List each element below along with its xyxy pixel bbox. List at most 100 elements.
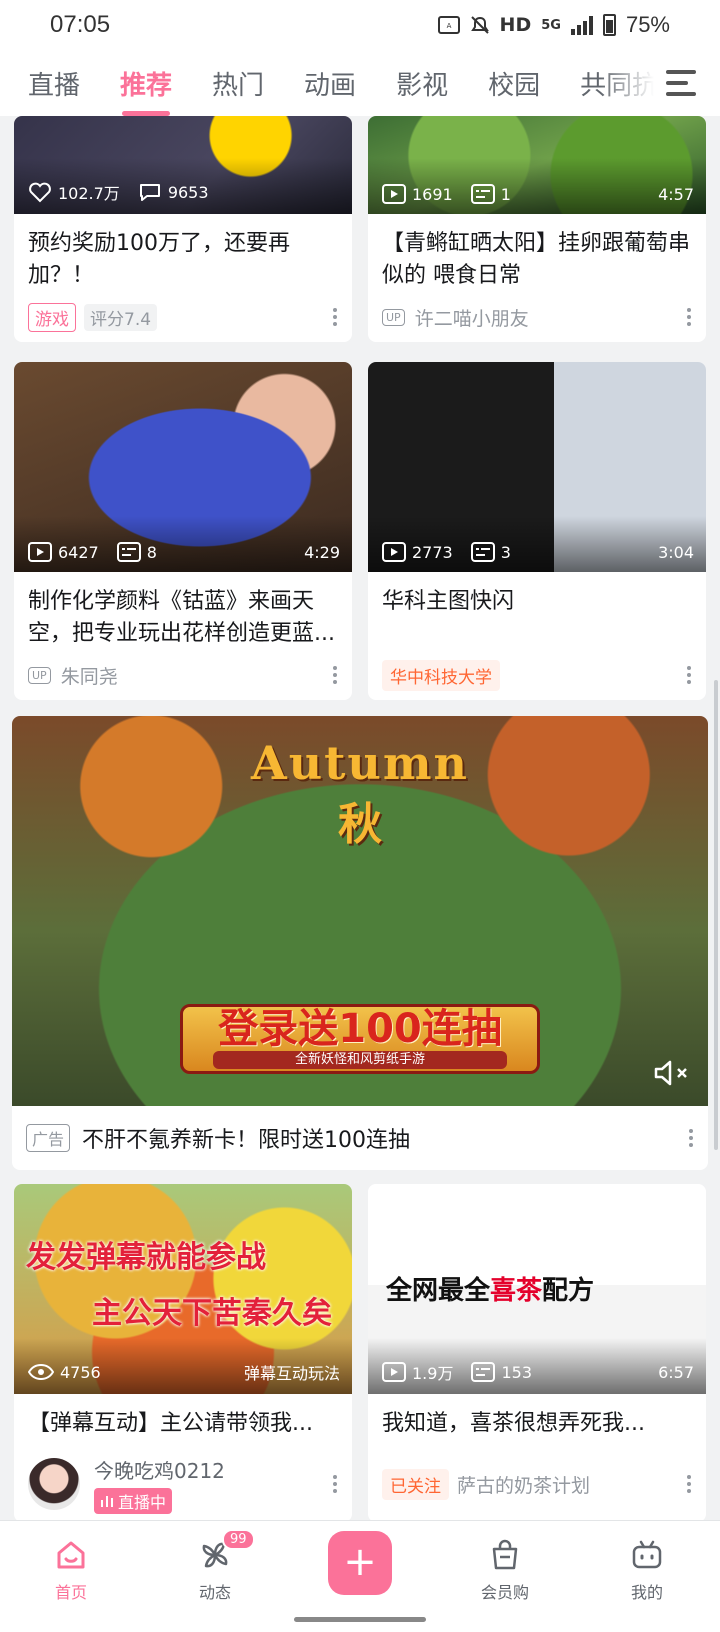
ad-title-en: Autumn [251, 736, 469, 790]
up-badge: UP [28, 666, 51, 684]
video-duration: 4:57 [658, 184, 694, 204]
more-options-icon[interactable] [332, 308, 338, 326]
ad-card[interactable]: Autumn 秋 登录送100连抽 全新妖怪和风剪纸手游 广告 不肝不氪养新卡！… [12, 716, 708, 1170]
tab-film[interactable]: 影视 [396, 65, 448, 102]
thumbnail-caption: 全网最全喜茶配方 [386, 1276, 595, 1306]
tab-recommend[interactable]: 推荐 [120, 65, 172, 116]
video-meta: UP 许二喵小朋友 [368, 292, 706, 342]
more-options-icon[interactable] [686, 1475, 692, 1493]
video-stats: 102.7万 9653 [28, 180, 340, 204]
tab-hot[interactable]: 热门 [212, 65, 264, 102]
comment-count: 9653 [167, 182, 209, 202]
video-card-piano[interactable]: 2773 3 3:04 华科主图快闪 华中科技大学 [368, 362, 706, 700]
auto-brightness-icon: A [437, 16, 460, 34]
more-options-icon[interactable] [686, 666, 692, 684]
play-count-icon [382, 184, 406, 204]
org-tag[interactable]: 华中科技大学 [382, 659, 500, 691]
play-count-icon [382, 1362, 406, 1382]
nav-vip-shop[interactable]: 会员购 [460, 1535, 550, 1603]
danmaku-icon [470, 184, 495, 204]
video-title[interactable]: 预约奖励100万了，还要再加？！ [14, 214, 352, 292]
video-card-game[interactable]: 102.7万 9653 预约奖励100万了，还要再加？！ 游戏 评分7.4 [14, 116, 352, 342]
view-count: 1.9万 [412, 1364, 454, 1383]
ad-title-cn: 秋 [338, 799, 382, 850]
battery-icon [602, 14, 616, 36]
mute-icon[interactable] [652, 1058, 692, 1088]
author-name[interactable]: 萨古的奶茶计划 [457, 1471, 590, 1498]
author-name[interactable]: 今晚吃鸡0212 [94, 1455, 225, 1484]
followed-tag: 已关注 [382, 1468, 449, 1500]
status-bar: 07:05 A HD 5G 75% [0, 0, 720, 50]
play-count-icon [382, 542, 406, 562]
nav-mine-label: 我的 [630, 1583, 663, 1602]
author-name[interactable]: 朱同尧 [61, 662, 118, 689]
bottom-nav: 首页 99 动态 + 会员购 我的 [0, 1520, 720, 1632]
video-card-cobalt[interactable]: 6427 8 4:29 制作化学颜料《钴蓝》来画天空，把专业玩出花样创造更蓝..… [14, 362, 352, 700]
status-icons: A HD 5G 75% [437, 12, 670, 38]
nav-mine[interactable]: 我的 [602, 1535, 692, 1603]
view-count: 2773 [412, 542, 453, 562]
video-title[interactable]: 制作化学颜料《钴蓝》来画天空，把专业玩出花样创造更蓝... [14, 572, 352, 650]
video-title[interactable]: 【青鳉缸晒太阳】挂卵跟葡萄串似的 喂食日常 [368, 214, 706, 292]
tab-live[interactable]: 直播 [28, 65, 80, 102]
upload-plus-button[interactable]: + [328, 1531, 392, 1595]
video-meta: UP 朱同尧 [14, 650, 352, 700]
author-name[interactable]: 许二喵小朋友 [415, 304, 529, 331]
avatar[interactable] [28, 1458, 80, 1510]
video-meta: 游戏 评分7.4 [14, 292, 352, 342]
play-count-icon [28, 542, 52, 562]
thumbnail-caption: 主公天下苦秦久矣 [92, 1296, 332, 1331]
tab-anime[interactable]: 动画 [304, 65, 356, 102]
gesture-home-bar[interactable] [294, 1617, 426, 1622]
tabs-fade [600, 50, 720, 116]
ad-banner-image[interactable]: Autumn 秋 登录送100连抽 全新妖怪和风剪纸手游 [12, 716, 708, 1106]
up-badge: UP [382, 308, 405, 326]
scrollbar[interactable] [714, 680, 718, 1150]
video-card-heytea[interactable]: 全网最全喜茶配方 1.9万 153 6:57 我知道，喜茶很想弄死我... 已关… [368, 1184, 706, 1522]
video-card-danmaku-game[interactable]: 发发弹幕就能参战 主公天下苦秦久矣 4756 弹幕互动玩法 【弹幕互动】主公请带… [14, 1184, 352, 1522]
video-thumbnail: 6427 8 4:29 [14, 362, 352, 572]
status-time: 07:05 [50, 11, 111, 38]
danmaku-icon [471, 1362, 496, 1382]
video-duration: 3:04 [658, 542, 694, 562]
nav-vip-shop-label: 会员购 [480, 1583, 529, 1602]
ad-promo-banner: 登录送100连抽 全新妖怪和风剪纸手游 [180, 1004, 540, 1074]
nav-home-label: 首页 [54, 1583, 87, 1602]
video-title[interactable]: 我知道，喜茶很想弄死我... [368, 1394, 706, 1446]
danmaku-count: 8 [146, 542, 157, 562]
nav-home[interactable]: 首页 [26, 1535, 116, 1603]
signal-icon [570, 15, 593, 35]
danmaku-icon [470, 542, 495, 562]
menu-icon[interactable] [666, 70, 696, 96]
video-title[interactable]: 【弹幕互动】主公请带领我... [14, 1394, 352, 1446]
video-stats: 4756 弹幕互动玩法 [28, 1360, 340, 1384]
ad-info: 广告 不肝不氪养新卡！限时送100连抽 [12, 1106, 708, 1170]
notification-badge: 99 [222, 1529, 255, 1550]
ad-tag: 广告 [26, 1124, 71, 1152]
danmaku-icon [116, 542, 141, 562]
video-stats: 6427 8 4:29 [28, 542, 340, 562]
more-options-icon[interactable] [688, 1129, 694, 1147]
tab-campus[interactable]: 校园 [488, 65, 540, 102]
network-hd-label: HD [499, 14, 532, 36]
video-card-fish[interactable]: 1691 1 4:57 【青鳉缸晒太阳】挂卵跟葡萄串似的 喂食日常 UP 许二喵… [368, 116, 706, 342]
mute-bell-icon [470, 16, 489, 34]
more-options-icon[interactable] [686, 308, 692, 326]
rating-label: 评分7.4 [84, 303, 158, 331]
video-thumbnail: 2773 3 3:04 [368, 362, 706, 572]
video-stats: 1.9万 153 6:57 [382, 1360, 694, 1384]
more-options-icon[interactable] [332, 666, 338, 684]
view-count: 6427 [58, 542, 99, 562]
video-thumbnail: 发发弹幕就能参战 主公天下苦秦久矣 4756 弹幕互动玩法 [14, 1184, 352, 1394]
video-title[interactable]: 华科主图快闪 [368, 572, 706, 650]
svg-text:A: A [446, 22, 451, 30]
tv-icon [632, 1540, 662, 1569]
nav-dynamic[interactable]: 99 动态 [170, 1529, 260, 1603]
live-bars-icon [101, 1495, 113, 1507]
more-options-icon[interactable] [332, 1475, 338, 1493]
nav-dynamic-label: 动态 [198, 1583, 231, 1602]
ad-text[interactable]: 不肝不氪养新卡！限时送100连抽 [82, 1122, 410, 1154]
danmaku-count: 3 [500, 542, 511, 562]
eye-icon [28, 1363, 54, 1381]
video-stats: 2773 3 3:04 [382, 542, 694, 562]
